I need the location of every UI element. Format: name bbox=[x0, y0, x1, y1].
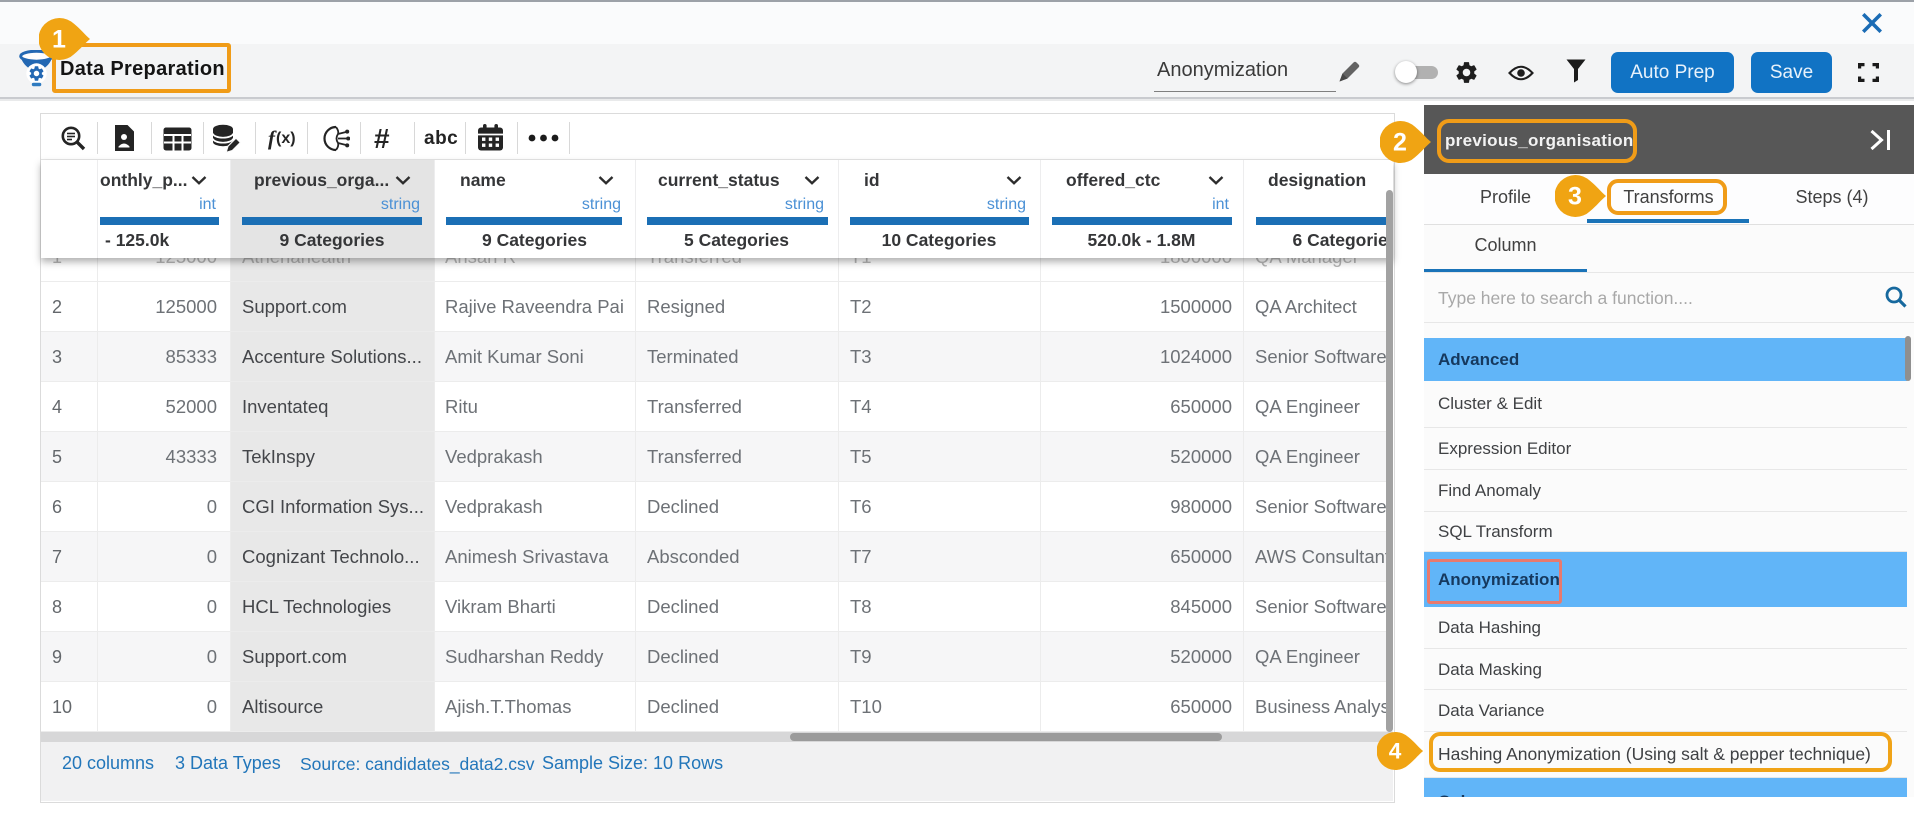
svg-text:1: 1 bbox=[52, 26, 66, 54]
svg-text:3: 3 bbox=[1568, 183, 1582, 211]
svg-text:2: 2 bbox=[1393, 128, 1407, 156]
svg-text:4: 4 bbox=[1389, 739, 1402, 764]
